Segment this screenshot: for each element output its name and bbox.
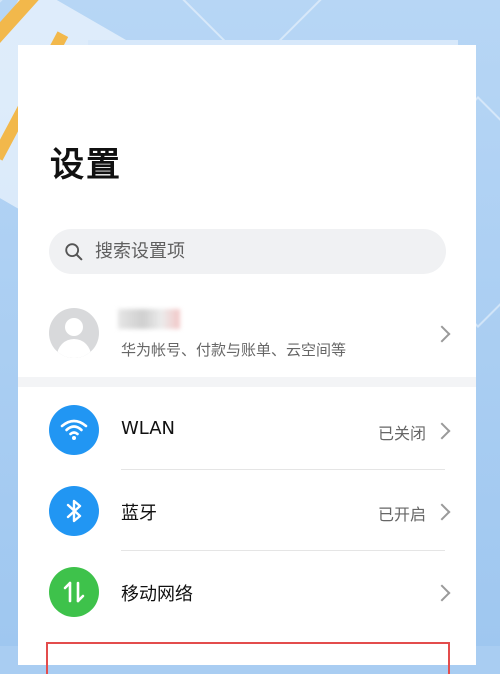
section-divider	[18, 377, 476, 387]
settings-item-label: 蓝牙	[121, 503, 157, 524]
mobile-data-icon	[49, 567, 99, 617]
wifi-icon	[49, 405, 99, 455]
settings-screen: 设置 华为帐号、付款与账单、云空间等 WLAN 已关闭	[18, 45, 476, 674]
page-title: 设置	[50, 145, 122, 185]
settings-item-mobile-network[interactable]: 移动网络	[18, 552, 476, 632]
account-row[interactable]: 华为帐号、付款与账单、云空间等	[18, 295, 476, 375]
highlight-box	[46, 642, 450, 674]
search-input[interactable]	[93, 240, 417, 263]
account-name-redacted	[118, 309, 180, 329]
chevron-right-icon	[433, 422, 451, 440]
avatar	[49, 308, 99, 358]
row-divider	[121, 550, 445, 551]
settings-item-status: 已开启	[377, 505, 426, 524]
settings-item-wlan[interactable]: WLAN 已关闭	[18, 390, 476, 470]
row-divider	[121, 469, 445, 470]
chevron-right-icon	[433, 325, 451, 343]
chevron-right-icon	[433, 503, 451, 521]
account-subtitle: 华为帐号、付款与账单、云空间等	[121, 341, 347, 359]
settings-item-bluetooth[interactable]: 蓝牙 已开启	[18, 471, 476, 551]
search-bar[interactable]	[49, 229, 446, 274]
search-icon	[65, 242, 83, 260]
chevron-right-icon	[433, 584, 451, 602]
bluetooth-icon	[49, 486, 99, 536]
settings-item-status: 已关闭	[377, 424, 426, 443]
settings-item-label: WLAN	[121, 418, 176, 439]
settings-item-label: 移动网络	[121, 584, 193, 605]
